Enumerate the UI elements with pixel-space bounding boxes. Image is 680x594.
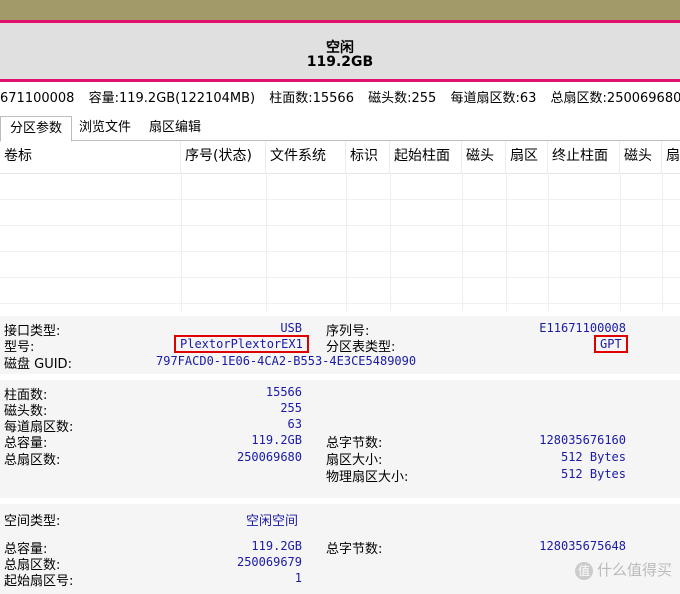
table-row[interactable] (0, 174, 680, 200)
table-row[interactable] (0, 278, 680, 304)
serial-value: E11671100008 (539, 321, 626, 335)
guid-value: 797FACD0-1E06-4CA2-B553-4E3CE5489090 (156, 354, 417, 368)
watermark-text: 什么值得买 (596, 561, 672, 579)
disk-info-line: 671100008 容量:119.2GB(122104MB) 柱面数:15566… (0, 88, 680, 110)
start-sector-label: 起始扇区号: (4, 574, 74, 589)
window-top-strip (0, 0, 680, 20)
col-start-cylinder[interactable]: 起始柱面 (390, 141, 462, 173)
partition-table-label: 分区表类型: (326, 340, 396, 355)
model-value: PlextorPlextorEX1 (174, 335, 309, 353)
space-type-label: 空间类型: (4, 514, 61, 529)
table-row[interactable] (0, 226, 680, 252)
table-header: 卷标 序号(状态) 文件系统 标识 起始柱面 磁头 扇区 终止柱面 磁头 扇 (0, 141, 680, 174)
col-end-sector[interactable]: 扇 (662, 141, 680, 173)
space-bytes-value: 128035675648 (539, 539, 626, 553)
space-capacity-value: 119.2GB (251, 539, 302, 553)
disk-map-bar[interactable]: 空闲 119.2GB (0, 20, 680, 82)
space-type-value: 空闲空间 (246, 514, 299, 529)
total-sectors-text: 总扇区数:250069680 (550, 91, 680, 106)
tab-partition-params[interactable]: 分区参数 (0, 116, 72, 142)
tab-sector-editor[interactable]: 扇区编辑 (142, 116, 208, 140)
space-sectors-value: 250069679 (236, 555, 302, 569)
table-row[interactable] (0, 252, 680, 278)
physical-sector-size-value: 512 Bytes (560, 467, 626, 481)
total-bytes-value: 128035676160 (539, 433, 626, 447)
col-volume-label[interactable]: 卷标 (0, 141, 181, 173)
total-sectors-value: 250069680 (236, 450, 302, 464)
col-start-head[interactable]: 磁头 (462, 141, 506, 173)
capacity-text: 容量:119.2GB(122104MB) (88, 91, 256, 106)
cylinders-value: 15566 (265, 385, 302, 399)
col-id[interactable]: 标识 (346, 141, 390, 173)
spt-text: 每道扇区数:63 (450, 91, 537, 106)
serial-partial: 671100008 (0, 91, 75, 106)
tab-browse-files[interactable]: 浏览文件 (72, 116, 138, 140)
partition-table: 卷标 序号(状态) 文件系统 标识 起始柱面 磁头 扇区 终止柱面 磁头 扇 (0, 141, 680, 311)
table-row[interactable] (0, 200, 680, 226)
partition-table-value: GPT (594, 335, 628, 353)
col-start-sector[interactable]: 扇区 (506, 141, 548, 173)
heads-text: 磁头数:255 (368, 91, 437, 106)
col-index-status[interactable]: 序号(状态) (181, 141, 266, 173)
interface-value: USB (280, 321, 302, 335)
col-end-head[interactable]: 磁头 (620, 141, 662, 173)
col-filesystem[interactable]: 文件系统 (266, 141, 346, 173)
sector-size-value: 512 Bytes (560, 450, 626, 464)
total-sectors-label: 总扇区数: (4, 453, 61, 468)
total-capacity-value: 119.2GB (251, 433, 302, 447)
heads-value: 255 (280, 401, 302, 415)
physical-sector-size-label: 物理扇区大小: (326, 470, 409, 485)
space-bytes-label: 总字节数: (326, 542, 383, 557)
watermark-icon: 值 (574, 561, 593, 580)
col-end-cylinder[interactable]: 终止柱面 (548, 141, 620, 173)
start-sector-value: 1 (294, 571, 302, 585)
free-space-size: 119.2GB (306, 54, 374, 70)
tab-bar: 分区参数 浏览文件 扇区编辑 (0, 116, 680, 142)
space-panel: 空间类型: 空闲空间 总容量: 119.2GB 总扇区数: 250069679 … (0, 504, 680, 594)
disk-info-panel: 接口类型: USB 型号: PlextorPlextorEX1 磁盘 GUID:… (0, 316, 680, 374)
geometry-panel: 柱面数: 15566 磁头数: 255 每道扇区数: 63 总容量: 119.2… (0, 380, 680, 498)
watermark-logo: 值什么值得买 (574, 559, 672, 580)
cylinders-text: 柱面数:15566 (269, 91, 354, 106)
spt-value: 63 (287, 417, 302, 431)
guid-label: 磁盘 GUID: (4, 357, 72, 372)
